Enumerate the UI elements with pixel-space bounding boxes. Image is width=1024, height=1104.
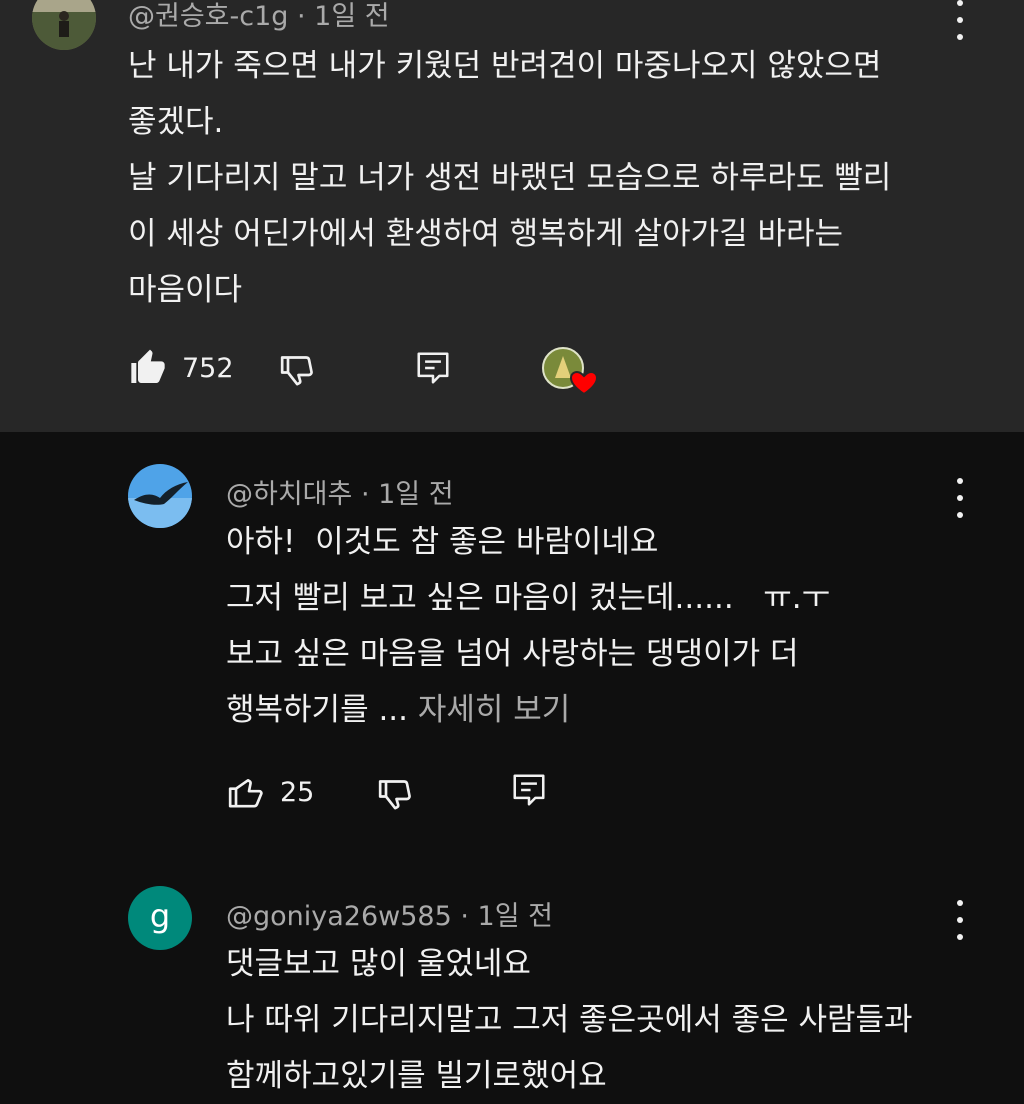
reply-icon bbox=[510, 770, 548, 810]
thumbs-up-filled-icon bbox=[128, 348, 168, 388]
like-button[interactable]: 25 bbox=[226, 772, 314, 812]
comment-meta[interactable]: @goniya26w585 · 1일 전 bbox=[226, 894, 553, 933]
comment-text: 아하! 이것도 참 좋은 바람이네요 그저 빨리 보고 싶은 마음이 컸는데..… bbox=[226, 514, 1024, 738]
reply-icon bbox=[414, 348, 452, 388]
creator-heart-badge bbox=[541, 346, 601, 398]
comment-meta[interactable]: @권승호-c1g · 1일 전 bbox=[128, 0, 390, 33]
avatar-letter: g bbox=[149, 897, 171, 935]
thumbs-down-icon bbox=[376, 774, 416, 814]
comment-thread-2: @하치대추 · 1일 전 아하! 이것도 참 좋은 바람이네요 그저 빨리 보고… bbox=[0, 432, 1024, 852]
like-button[interactable]: 752 bbox=[128, 348, 234, 388]
dislike-button[interactable] bbox=[376, 774, 416, 814]
thumbs-up-icon bbox=[226, 772, 266, 812]
reply-button[interactable] bbox=[510, 770, 548, 810]
more-options-button[interactable] bbox=[948, 478, 972, 518]
avatar[interactable] bbox=[32, 0, 96, 50]
comment-meta[interactable]: @하치대추 · 1일 전 bbox=[226, 472, 454, 511]
comment-thread-3: g @goniya26w585 · 1일 전 댓글보고 많이 울었네요 나 따위… bbox=[0, 852, 1024, 1104]
comment-thread-1: @권승호-c1g · 1일 전 난 내가 죽으면 내가 키웠던 반려견이 마중나… bbox=[0, 0, 1024, 432]
more-options-button[interactable] bbox=[948, 0, 972, 40]
more-options-button[interactable] bbox=[948, 900, 972, 940]
thumbs-down-icon bbox=[278, 350, 318, 390]
like-count: 752 bbox=[182, 352, 234, 384]
dislike-button[interactable] bbox=[278, 350, 318, 390]
avatar[interactable]: g bbox=[128, 886, 192, 950]
like-count: 25 bbox=[280, 776, 315, 808]
comment-text: 난 내가 죽으면 내가 키웠던 반려견이 마중나오지 않았으면 좋겠다. 날 기… bbox=[128, 48, 892, 308]
comment-text: 댓글보고 많이 울었네요 나 따위 기다리지말고 그저 좋은곳에서 좋은 사람들… bbox=[226, 946, 913, 1094]
read-more-link[interactable]: 자세히 보기 bbox=[418, 692, 570, 728]
avatar[interactable] bbox=[128, 464, 192, 528]
reply-button[interactable] bbox=[414, 348, 452, 388]
